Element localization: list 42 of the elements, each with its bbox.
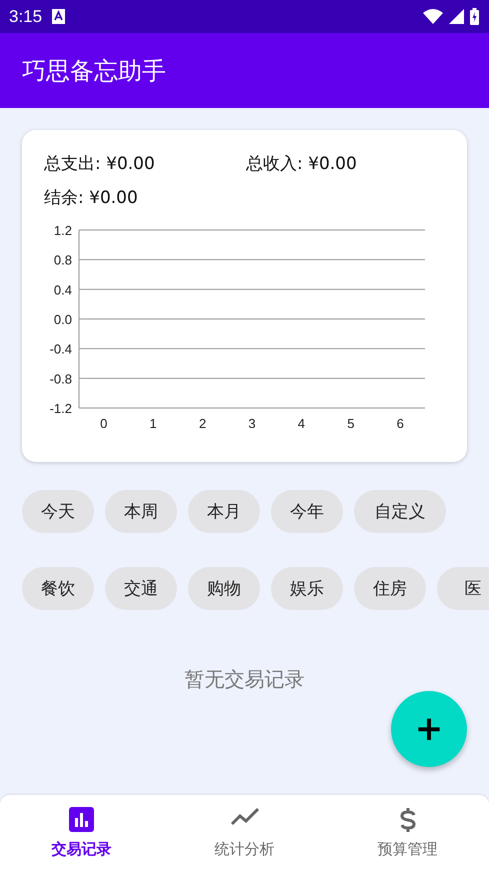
battery-icon xyxy=(470,8,479,25)
app-title: 巧思备忘助手 xyxy=(22,56,166,86)
nav-tab[interactable]: 交易记录 xyxy=(0,795,163,871)
add-button[interactable]: + xyxy=(391,691,467,767)
x-tick-label: 3 xyxy=(248,416,256,428)
filter-chip[interactable]: 医 xyxy=(437,567,489,610)
clock: 3:15 xyxy=(9,6,42,26)
filter-chip[interactable]: 交通 xyxy=(105,567,177,610)
x-tick-label: 0 xyxy=(100,416,108,428)
filter-chip[interactable]: 自定义 xyxy=(354,490,446,533)
wifi-icon xyxy=(423,9,443,24)
notification-icon xyxy=(52,9,66,24)
filter-chip[interactable]: 购物 xyxy=(188,567,260,610)
x-tick-label: 5 xyxy=(347,416,354,428)
bar-chart-icon xyxy=(69,807,94,832)
x-tick-label: 6 xyxy=(396,416,404,428)
y-tick-label: -1.2 xyxy=(50,401,72,416)
dollar-icon xyxy=(398,807,416,833)
y-tick-label: 1.2 xyxy=(54,223,72,238)
filter-chip[interactable]: 餐饮 xyxy=(22,567,94,610)
total-income: 总收入: ¥0.00 xyxy=(246,153,357,176)
x-tick-label: 1 xyxy=(150,416,157,428)
empty-message: 暂无交易记录 xyxy=(184,666,306,693)
balance: 结余: ¥0.00 xyxy=(44,187,138,210)
y-tick-label: -0.4 xyxy=(50,342,72,357)
filter-chip[interactable]: 今天 xyxy=(22,490,94,533)
x-tick-label: 4 xyxy=(298,416,306,428)
nav-tab[interactable]: 统计分析 xyxy=(163,795,326,871)
filter-chip[interactable]: 住房 xyxy=(354,567,426,610)
x-tick-label: 2 xyxy=(198,416,206,428)
y-tick-label: 0.0 xyxy=(54,312,72,327)
filter-chip[interactable]: 今年 xyxy=(271,490,343,533)
filter-chip[interactable]: 本周 xyxy=(105,490,177,533)
filter-chip[interactable]: 本月 xyxy=(188,490,260,533)
signal-icon xyxy=(449,9,464,24)
filter-chip[interactable]: 娱乐 xyxy=(271,567,343,610)
nav-tab[interactable]: 预算管理 xyxy=(326,795,489,871)
y-tick-label: 0.8 xyxy=(54,252,72,268)
y-tick-label: 0.4 xyxy=(54,282,72,298)
trend-line-icon xyxy=(230,807,258,827)
total-expense: 总支出: ¥0.00 xyxy=(44,153,156,176)
y-tick-label: -0.8 xyxy=(50,371,72,386)
